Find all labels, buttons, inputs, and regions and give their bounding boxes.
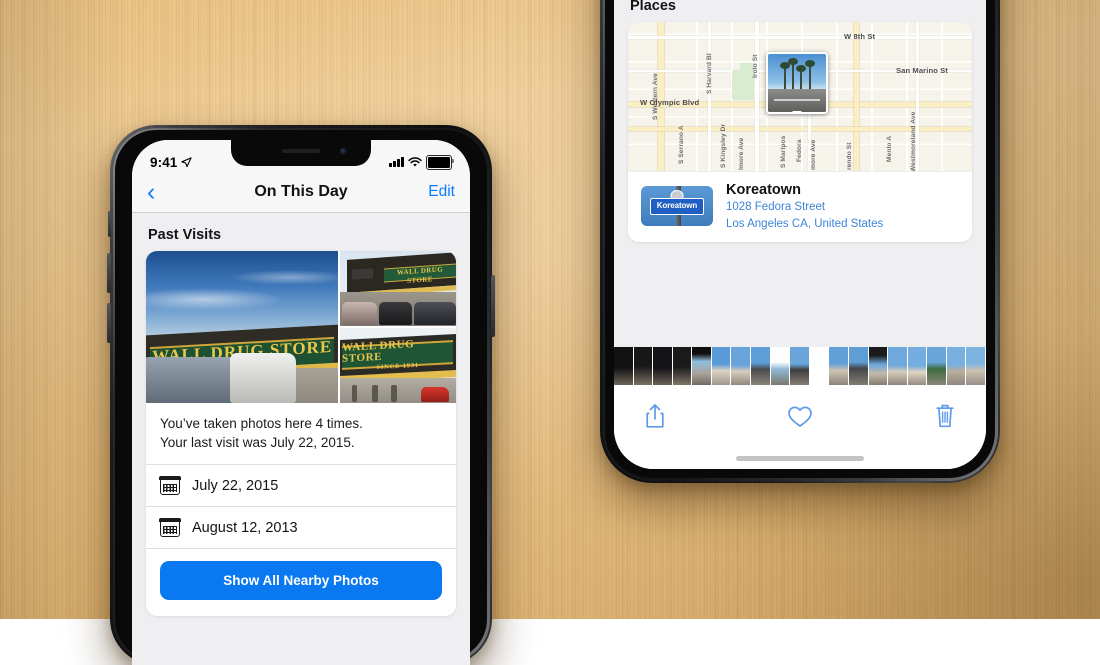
map-park-area [732,69,754,100]
visit-date: July 22, 2015 [192,477,279,494]
photo-thumbnail-large[interactable]: WALL DRUG STORESINCE 1931 [146,251,338,403]
show-all-nearby-photos-button[interactable]: Show All Nearby Photos [160,561,442,601]
earpiece-speaker [282,149,320,153]
summary-line-1: You’ve taken photos here 4 times. [160,416,363,431]
volume-down-button[interactable] [107,303,111,343]
map-label: San Marino St [896,65,948,75]
left-phone-screen: 9:41 ‹ On This Day Edit Past Visits WALL… [132,140,470,665]
filmstrip-thumbnail[interactable] [672,347,693,385]
location-text: Koreatown 1028 Fedora Street Los Angeles… [726,181,883,233]
filmstrip-thumbnail[interactable] [829,347,849,385]
cta-container: Show All Nearby Photos [146,549,456,616]
back-chevron-icon[interactable]: ‹ [147,179,155,205]
filmstrip-thumbnail[interactable] [692,347,712,385]
places-card: S Western Ave S Harvard Bl Irolo St W 8t… [628,21,972,242]
calendar-icon [159,517,181,538]
map-road-harvard [708,21,711,171]
visit-date: August 12, 2013 [192,519,298,536]
share-icon[interactable] [644,403,666,429]
mute-switch[interactable] [108,211,111,237]
map-label: W Olympic Blvd [640,97,700,107]
visit-row[interactable]: July 22, 2015 [146,465,456,508]
front-camera-icon [340,148,347,155]
map-label: rendo St [846,141,853,170]
sign-label: Koreatown [650,198,704,216]
photo-collage[interactable]: WALL DRUG STORESINCE 1931 WALL DRUG STOR… [146,251,456,403]
map-label: Westmoreland Ave [910,111,917,171]
filmstrip-thumbnail[interactable] [770,347,791,385]
wifi-icon [407,157,422,167]
filmstrip-thumbnail[interactable] [614,347,634,385]
past-visits-content: Past Visits WALL DRUG STORESINCE 1931 [132,213,470,665]
left-iphone-device: 9:41 ‹ On This Day Edit Past Visits WALL… [107,125,495,665]
status-bar-right [389,154,455,170]
power-button[interactable] [491,275,495,337]
filmstrip-thumbnail[interactable] [711,347,732,385]
photo-toolbar [614,385,986,447]
navigation-bar: ‹ On This Day Edit [132,172,470,213]
map-label: Irolo St [752,53,759,78]
location-name: Koreatown [726,181,801,198]
volume-up-button[interactable] [107,253,111,293]
right-phone-screen: 59° 65° 72° [614,0,986,469]
filmstrip-thumbnail[interactable] [966,347,986,385]
filmstrip-thumbnail[interactable] [633,347,654,385]
map-arterial-vermont [854,21,859,171]
photo-filmstrip[interactable] [614,347,986,385]
map-view[interactable]: S Western Ave S Harvard Bl Irolo St W 8t… [628,21,972,171]
section-header-past-visits: Past Visits [148,227,222,243]
past-visits-card: WALL DRUG STORESINCE 1931 WALL DRUG STOR… [146,251,456,617]
page-title: On This Day [254,183,348,200]
filmstrip-thumbnail[interactable] [810,347,830,385]
filmstrip-thumbnail[interactable] [790,347,810,385]
filmstrip-thumbnail[interactable] [653,347,673,385]
filmstrip-thumbnail[interactable] [731,347,752,385]
home-indicator[interactable] [614,447,986,469]
filmstrip-thumbnail[interactable] [946,347,967,385]
map-road-8th [628,35,972,39]
trash-icon[interactable] [934,403,956,429]
map-label: Fedora [796,138,803,162]
battery-full-icon [425,154,455,170]
summary-line-2: Your last visit was July 22, 2015. [160,435,355,451]
map-label: S Kingsley Dr [720,123,727,168]
filmstrip-thumbnail[interactable] [868,347,889,385]
memory-detail-scroll[interactable]: 59° 65° 72° [614,0,986,347]
section-header-places: Places [630,0,676,14]
location-address-line-2[interactable]: Los Angeles CA, United States [726,216,883,232]
photo-thumbnail-bottom[interactable]: WALL DRUG STORE SINCE 1931 [340,328,456,403]
photo-thumbnail-column: WALL DRUG STORE WALL DRUG STORE SINCE 193… [340,251,456,403]
map-road-irolo [755,21,759,171]
visit-row[interactable]: August 12, 2013 [146,507,456,550]
edit-button[interactable]: Edit [428,183,455,201]
map-label: Menlo A [886,135,893,162]
map-label: S Serrano A [678,124,685,164]
filmstrip-thumbnail[interactable] [848,347,869,385]
filmstrip-thumbnail[interactable] [907,347,928,385]
map-photo-pin[interactable] [766,51,828,114]
location-arrow-icon [181,157,193,168]
status-bar-left: 9:41 [150,155,193,170]
clock: 9:41 [150,155,178,170]
notch [231,140,371,166]
map-label: more Ave [810,139,817,170]
map-label: lmore Ave [738,137,745,170]
cellular-bars-icon [389,157,404,168]
visit-summary: You’ve taken photos here 4 times. Your l… [146,403,456,466]
calendar-icon [159,475,181,496]
location-address-line-1[interactable]: 1028 Fedora Street [726,199,883,215]
filmstrip-thumbnail[interactable] [751,347,771,385]
filmstrip-thumbnail[interactable] [927,347,947,385]
map-label: S Western Ave [652,72,659,120]
map-label: S Maripos [780,135,787,168]
filmstrip-thumbnail[interactable] [888,347,908,385]
photo-thumbnail-top[interactable]: WALL DRUG STORE [340,251,456,326]
right-iphone-device: 59° 65° 72° [600,0,1000,483]
map-label: S Harvard Bl [706,52,713,94]
location-row[interactable]: Koreatown Koreatown 1028 Fedora Street L… [628,170,972,242]
heart-icon[interactable] [787,405,813,428]
koreatown-sign-thumbnail: Koreatown [641,186,713,227]
map-label: W 8th St [844,31,876,41]
